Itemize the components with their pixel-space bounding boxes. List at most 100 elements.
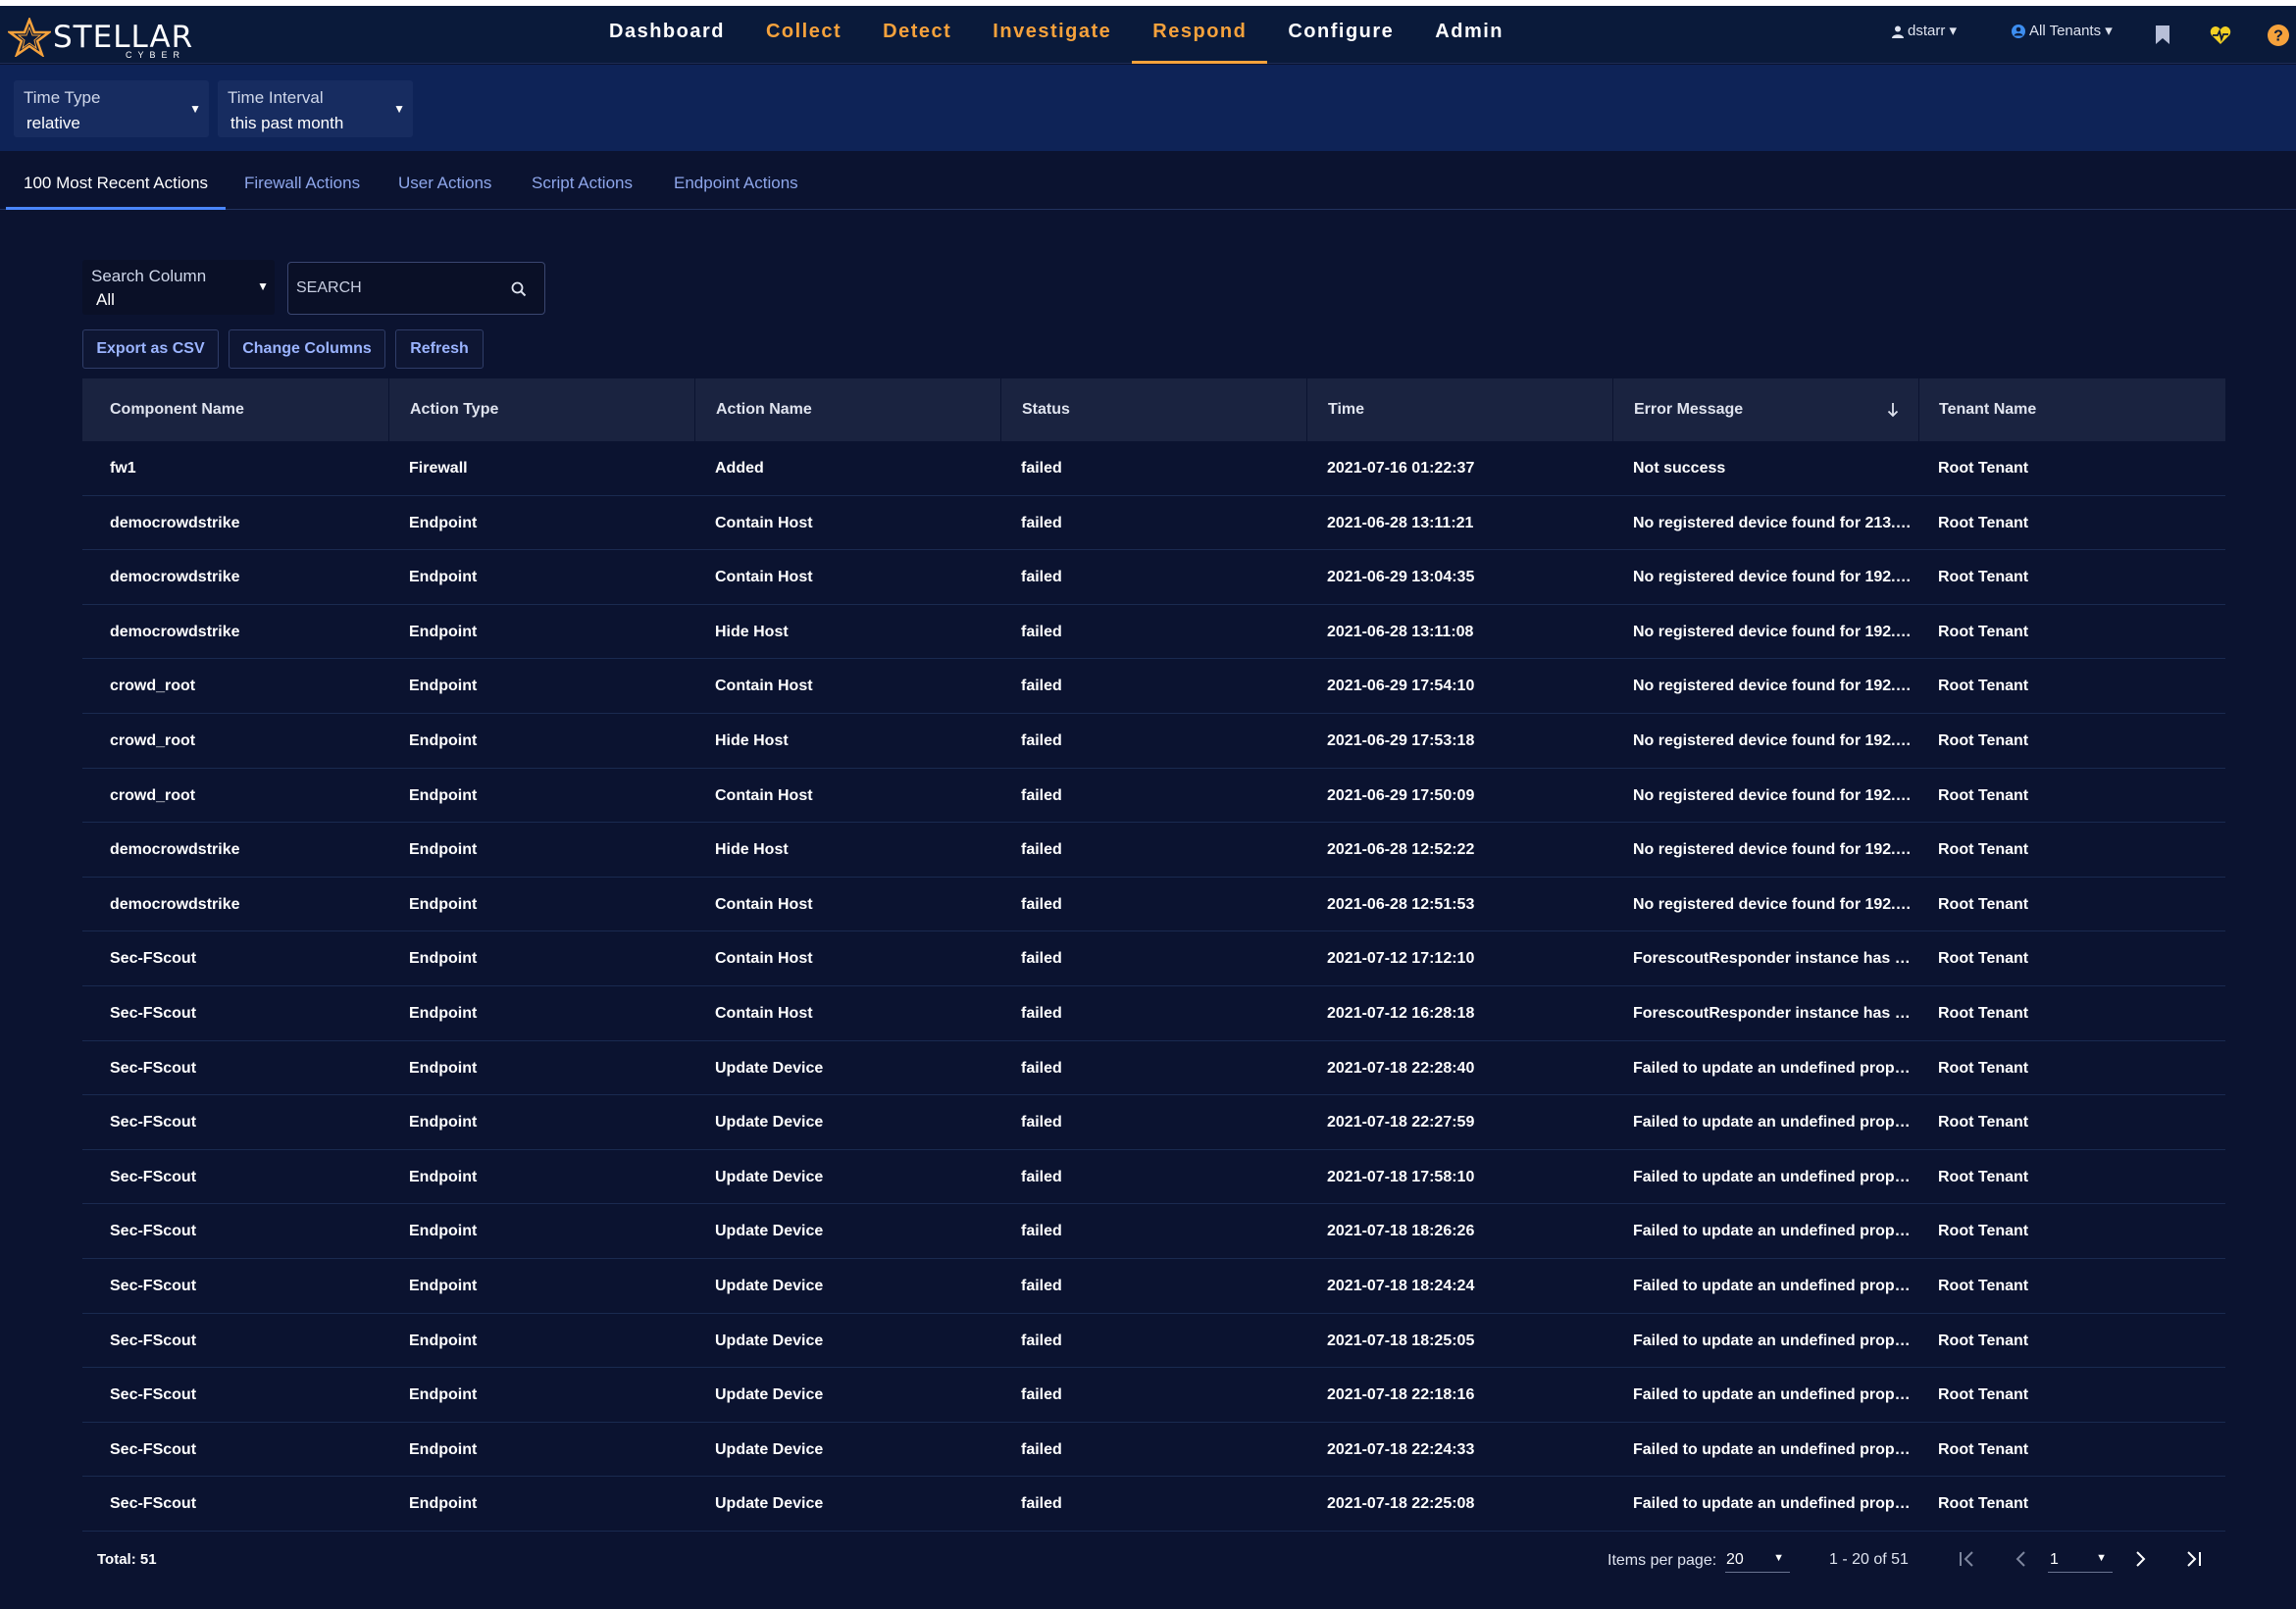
last-page-icon[interactable] — [2182, 1547, 2204, 1571]
nav-dashboard[interactable]: Dashboard — [588, 6, 745, 64]
user-menu[interactable]: dstarr ▾ — [1891, 6, 1957, 64]
cell-status: failed — [1021, 1440, 1062, 1458]
export-csv-button[interactable]: Export as CSV — [82, 329, 219, 369]
table-row[interactable]: Sec-FScout Endpoint Update Device failed 202… — [82, 1368, 2225, 1423]
cell-action-type: Endpoint — [409, 1277, 478, 1294]
tab-script-actions[interactable]: Script Actions — [514, 151, 650, 210]
table-row[interactable]: crowd_root Endpoint Contain Host failed 2021… — [82, 659, 2225, 714]
cell-time: 2021-07-18 18:25:05 — [1327, 1332, 1475, 1349]
nav-collect[interactable]: Collect — [745, 6, 862, 64]
cell-error-message: No registered device found for 192.168..… — [1633, 841, 1917, 859]
actions-table: Component Name Action Type Action Name S… — [82, 378, 2225, 1532]
stellar-logo[interactable]: STELLAR CYBER — [8, 14, 204, 63]
table-row[interactable]: Sec-FScout Endpoint Update Device failed 202… — [82, 1204, 2225, 1259]
cell-component-name: Sec-FScout — [110, 1440, 197, 1458]
cell-status: failed — [1021, 460, 1062, 477]
tenant-selector[interactable]: All Tenants ▾ — [2011, 6, 2113, 64]
table-row[interactable]: Sec-FScout Endpoint Update Device failed 202… — [82, 1477, 2225, 1532]
cell-tenant-name: Root Tenant — [1938, 678, 2029, 695]
cell-tenant-name: Root Tenant — [1938, 1440, 2029, 1458]
table-row[interactable]: Sec-FScout Endpoint Update Device failed 202… — [82, 1423, 2225, 1478]
bookmark-icon[interactable] — [2155, 25, 2170, 45]
cell-action-type: Endpoint — [409, 1168, 478, 1185]
health-icon[interactable] — [2210, 25, 2231, 45]
tab-recent-actions[interactable]: 100 Most Recent Actions — [6, 151, 227, 210]
cell-time: 2021-06-29 17:53:18 — [1327, 731, 1475, 749]
cell-action-name: Contain Host — [715, 786, 813, 804]
table-row[interactable]: Sec-FScout Endpoint Update Device failed 202… — [82, 1041, 2225, 1096]
first-page-icon[interactable] — [1957, 1547, 1978, 1571]
nav-configure[interactable]: Configure — [1267, 6, 1414, 64]
tenant-icon — [2012, 25, 2025, 39]
table-row[interactable]: Sec-FScout Endpoint Contain Host failed 2021… — [82, 986, 2225, 1041]
tab-user-actions[interactable]: User Actions — [381, 151, 509, 210]
column-header[interactable]: Action Type — [388, 378, 694, 441]
column-header[interactable]: Action Name — [694, 378, 1000, 441]
table-row[interactable]: Sec-FScout Endpoint Update Device failed 202… — [82, 1095, 2225, 1150]
nav-investigate[interactable]: Investigate — [972, 6, 1132, 64]
column-header[interactable]: Time — [1306, 378, 1612, 441]
filter-bar: Time Type relative ▼ Time Interval this … — [0, 65, 2296, 151]
total-count: Total: 51 — [97, 1551, 157, 1568]
cell-error-message: Failed to update an undefined property:.… — [1633, 1114, 1917, 1131]
items-per-page-select[interactable]: 20 ▼ — [1725, 1547, 1790, 1573]
table-row[interactable]: Sec-FScout Endpoint Update Device failed 202… — [82, 1314, 2225, 1369]
cell-tenant-name: Root Tenant — [1938, 1386, 2029, 1404]
table-row[interactable]: democrowdstrike Endpoint Contain Host faile… — [82, 878, 2225, 932]
time-interval-select[interactable]: Time Interval this past month ▼ — [218, 80, 413, 137]
cell-component-name: Sec-FScout — [110, 1386, 197, 1404]
cell-time: 2021-06-28 12:51:53 — [1327, 895, 1475, 913]
table-row[interactable]: crowd_root Endpoint Hide Host failed 2021-06… — [82, 714, 2225, 769]
time-type-select[interactable]: Time Type relative ▼ — [14, 80, 209, 137]
table-row[interactable]: democrowdstrike Endpoint Hide Host failed 20… — [82, 605, 2225, 660]
search-column-select[interactable]: Search Column All ▼ — [82, 260, 275, 315]
cell-component-name: Sec-FScout — [110, 1495, 197, 1513]
table-row[interactable]: Sec-FScout Endpoint Update Device failed 202… — [82, 1259, 2225, 1314]
items-per-page-label: Items per page: — [1607, 1552, 1717, 1569]
cell-component-name: democrowdstrike — [110, 623, 240, 640]
table-row[interactable]: crowd_root Endpoint Contain Host failed 2021… — [82, 769, 2225, 824]
prev-page-icon[interactable] — [2013, 1547, 2030, 1571]
cell-status: failed — [1021, 1114, 1062, 1131]
cell-tenant-name: Root Tenant — [1938, 786, 2029, 804]
refresh-button[interactable]: Refresh — [395, 329, 484, 369]
table-row[interactable]: Sec-FScout Endpoint Update Device failed 202… — [82, 1150, 2225, 1205]
caret-down-icon: ▼ — [2096, 1552, 2107, 1564]
cell-action-name: Hide Host — [715, 731, 789, 749]
table-row[interactable]: fw1 Firewall Added failed 2021-07-16 01:22:3… — [82, 441, 2225, 496]
table-row[interactable]: Sec-FScout Endpoint Contain Host failed 2021… — [82, 931, 2225, 986]
table-row[interactable]: democrowdstrike Endpoint Hide Host failed 20… — [82, 823, 2225, 878]
table-header: Component Name Action Type Action Name S… — [82, 378, 2225, 441]
next-page-icon[interactable] — [2131, 1547, 2149, 1571]
cell-action-name: Update Device — [715, 1168, 824, 1185]
page-select[interactable]: 1 ▼ — [2048, 1547, 2113, 1573]
search-input[interactable] — [296, 277, 492, 300]
cell-tenant-name: Root Tenant — [1938, 1114, 2029, 1131]
cell-component-name: Sec-FScout — [110, 1059, 197, 1077]
cell-error-message: ForescoutResponder instance has no a... — [1633, 950, 1917, 968]
cell-time: 2021-06-29 13:04:35 — [1327, 569, 1475, 586]
nav-detect[interactable]: Detect — [862, 6, 972, 64]
tab-endpoint-actions[interactable]: Endpoint Actions — [656, 151, 816, 210]
nav-admin[interactable]: Admin — [1414, 6, 1524, 64]
cell-error-message: No registered device found for 192.168..… — [1633, 623, 1917, 640]
change-columns-button[interactable]: Change Columns — [229, 329, 385, 369]
cell-status: failed — [1021, 1223, 1062, 1240]
table-row[interactable]: democrowdstrike Endpoint Contain Host faile… — [82, 550, 2225, 605]
cell-component-name: Sec-FScout — [110, 1004, 197, 1022]
column-header[interactable]: Component Name — [82, 378, 388, 441]
help-icon[interactable]: ? — [2267, 24, 2290, 47]
table-body: fw1 Firewall Added failed 2021-07-16 01:22:3… — [82, 441, 2225, 1532]
tab-firewall-actions[interactable]: Firewall Actions — [227, 151, 378, 210]
cell-component-name: democrowdstrike — [110, 569, 240, 586]
tenant-label: All Tenants ▾ — [2029, 23, 2113, 39]
nav-respond[interactable]: Respond — [1132, 6, 1268, 64]
cell-time: 2021-06-28 13:11:21 — [1327, 514, 1474, 531]
column-header-sorted[interactable]: Error Message — [1612, 378, 1918, 441]
column-header[interactable]: Tenant Name — [1918, 378, 2225, 441]
cell-error-message: No registered device found for 192.168..… — [1633, 678, 1917, 695]
search-icon[interactable] — [511, 281, 527, 297]
column-header[interactable]: Status — [1000, 378, 1306, 441]
table-row[interactable]: democrowdstrike Endpoint Contain Host faile… — [82, 496, 2225, 551]
cell-tenant-name: Root Tenant — [1938, 1059, 2029, 1077]
